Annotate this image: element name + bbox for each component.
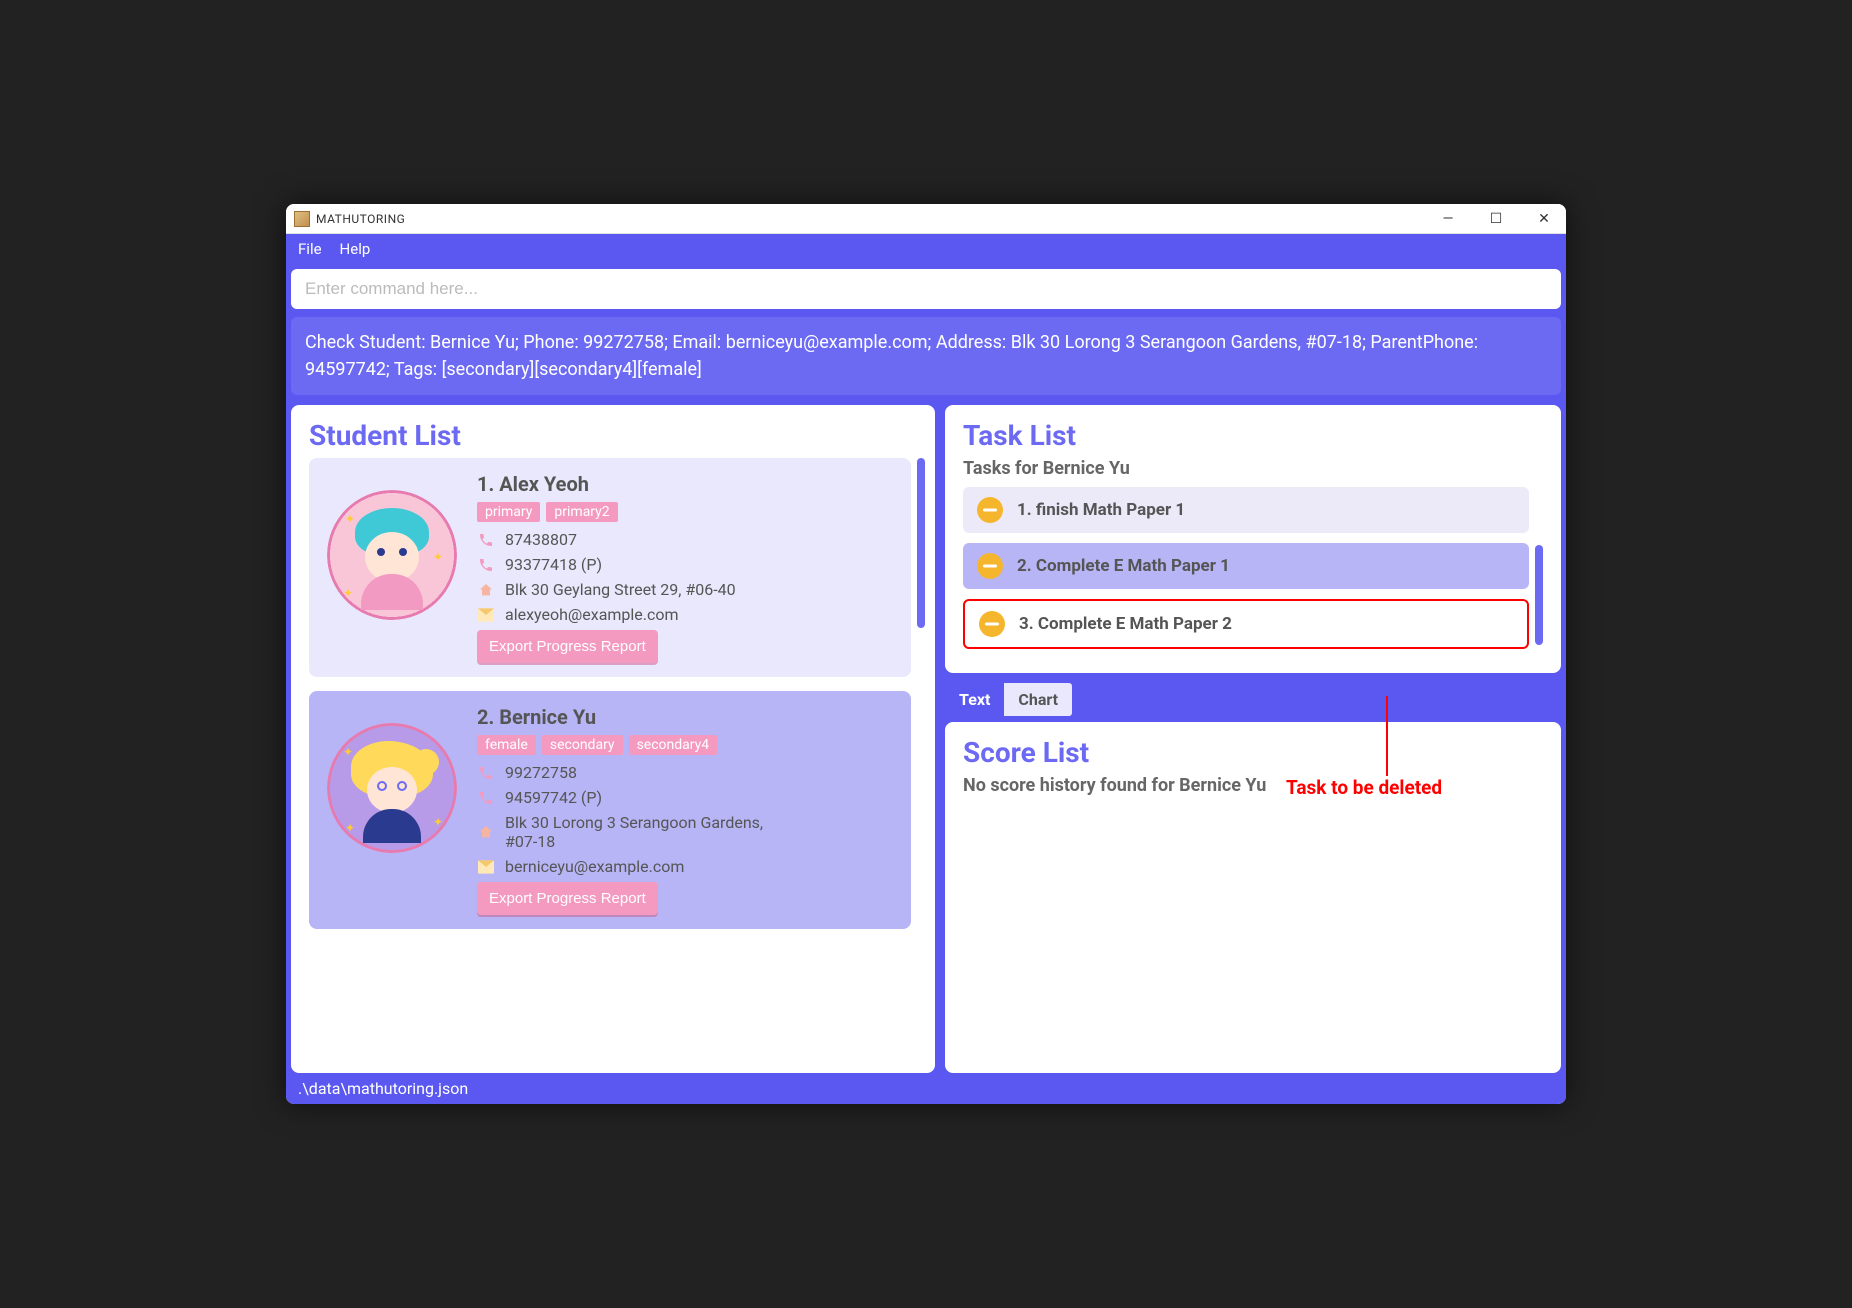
task-label: 1. finish Math Paper 1 (1017, 500, 1185, 520)
statusbar: .\data\mathutoring.json (286, 1073, 1566, 1104)
tags-row: primary primary2 (477, 502, 893, 522)
task-status-icon (977, 553, 1003, 579)
status-path: .\data\mathutoring.json (298, 1079, 468, 1098)
task-list: 1. finish Math Paper 1 2. Complete E Mat… (963, 487, 1543, 649)
home-icon (477, 581, 495, 599)
student-info: 2. Bernice Yu female secondary secondary… (477, 705, 893, 915)
app-icon (294, 211, 310, 227)
avatar: ✦ ✦ ✦ (327, 723, 457, 853)
tag: secondary4 (629, 735, 718, 755)
parent-phone-row: 94597742 (P) (477, 788, 893, 807)
export-progress-button[interactable]: Export Progress Report (477, 882, 658, 915)
tab-row: Text Chart (945, 683, 1561, 716)
maximize-button[interactable]: ☐ (1482, 211, 1510, 227)
menu-file[interactable]: File (298, 240, 322, 258)
phone-icon (477, 764, 495, 782)
tag: secondary (542, 735, 623, 755)
tags-row: female secondary secondary4 (477, 735, 893, 755)
app-window: MATHUTORING — ☐ ✕ File Help Check Studen… (286, 204, 1566, 1104)
address-value: Blk 30 Geylang Street 29, #06-40 (505, 580, 736, 599)
phone-icon (477, 531, 495, 549)
task-label: 3. Complete E Math Paper 2 (1019, 614, 1232, 634)
score-panel: Score List No score history found for Be… (945, 722, 1561, 1073)
student-list-panel: Student List ✦ ✦ (291, 405, 935, 1073)
mail-icon (477, 858, 495, 876)
email-value: alexyeoh@example.com (505, 605, 679, 624)
student-list-title: Student List (309, 419, 925, 452)
phone-row: 99272758 (477, 763, 893, 782)
export-progress-button[interactable]: Export Progress Report (477, 630, 658, 663)
email-value: berniceyu@example.com (505, 857, 684, 876)
task-list-title: Task List (963, 419, 1543, 452)
score-list-title: Score List (963, 736, 1543, 769)
task-list-subtitle: Tasks for Bernice Yu (963, 458, 1543, 479)
tag: female (477, 735, 536, 755)
task-label: 2. Complete E Math Paper 1 (1017, 556, 1230, 576)
right-column: Task List Tasks for Bernice Yu 1. finish… (945, 405, 1561, 1073)
task-status-icon (979, 611, 1005, 637)
body-area: Check Student: Bernice Yu; Phone: 992727… (286, 264, 1566, 1073)
phone-row: 87438807 (477, 530, 893, 549)
email-row: alexyeoh@example.com (477, 605, 893, 624)
scrollbar-thumb[interactable] (917, 458, 925, 628)
home-icon (477, 823, 495, 841)
score-empty-message: No score history found for Bernice Yu (963, 775, 1543, 796)
student-name: 2. Bernice Yu (477, 705, 893, 729)
parent-phone-value: 93377418 (P) (505, 555, 602, 574)
student-info: 1. Alex Yeoh primary primary2 87438807 (477, 472, 893, 663)
task-item[interactable]: 2. Complete E Math Paper 1 (963, 543, 1529, 589)
command-input[interactable] (305, 279, 1547, 299)
phone-value: 99272758 (505, 763, 577, 782)
menubar: File Help (286, 234, 1566, 264)
menu-help[interactable]: Help (340, 240, 371, 258)
address-row: Blk 30 Lorong 3 Serangoon Gardens, #07-1… (477, 813, 893, 851)
phone-icon (477, 556, 495, 574)
tag: primary (477, 502, 540, 522)
email-row: berniceyu@example.com (477, 857, 893, 876)
output-message: Check Student: Bernice Yu; Phone: 992727… (291, 317, 1561, 395)
command-input-container (291, 269, 1561, 309)
student-card[interactable]: ✦ ✦ ✦ 1. Alex Yeoh primary primary2 (309, 458, 911, 677)
tab-chart[interactable]: Chart (1004, 683, 1072, 716)
score-container: Text Chart Score List No score history f… (945, 683, 1561, 1073)
parent-phone-row: 93377418 (P) (477, 555, 893, 574)
task-item-highlighted[interactable]: 3. Complete E Math Paper 2 (963, 599, 1529, 649)
mail-icon (477, 606, 495, 624)
tag: primary2 (546, 502, 617, 522)
address-value: Blk 30 Lorong 3 Serangoon Gardens, #07-1… (505, 813, 785, 851)
window-controls: — ☐ ✕ (1434, 211, 1558, 227)
task-item[interactable]: 1. finish Math Paper 1 (963, 487, 1529, 533)
phone-value: 87438807 (505, 530, 577, 549)
window-title: MATHUTORING (316, 212, 405, 226)
address-row: Blk 30 Geylang Street 29, #06-40 (477, 580, 893, 599)
panels: Student List ✦ ✦ (291, 405, 1561, 1073)
minimize-button[interactable]: — (1434, 211, 1462, 227)
parent-phone-value: 94597742 (P) (505, 788, 602, 807)
avatar: ✦ ✦ ✦ (327, 490, 457, 620)
student-scroll[interactable]: ✦ ✦ ✦ 1. Alex Yeoh primary primary2 (309, 458, 925, 1059)
student-name: 1. Alex Yeoh (477, 472, 893, 496)
student-card[interactable]: ✦ ✦ ✦ 2. Bernice Yu female secondary sec… (309, 691, 911, 929)
close-button[interactable]: ✕ (1530, 211, 1558, 227)
scrollbar-thumb[interactable] (1535, 545, 1543, 645)
task-status-icon (977, 497, 1003, 523)
task-list-panel: Task List Tasks for Bernice Yu 1. finish… (945, 405, 1561, 673)
phone-icon (477, 789, 495, 807)
tab-text[interactable]: Text (945, 683, 1004, 716)
titlebar: MATHUTORING — ☐ ✕ (286, 204, 1566, 234)
